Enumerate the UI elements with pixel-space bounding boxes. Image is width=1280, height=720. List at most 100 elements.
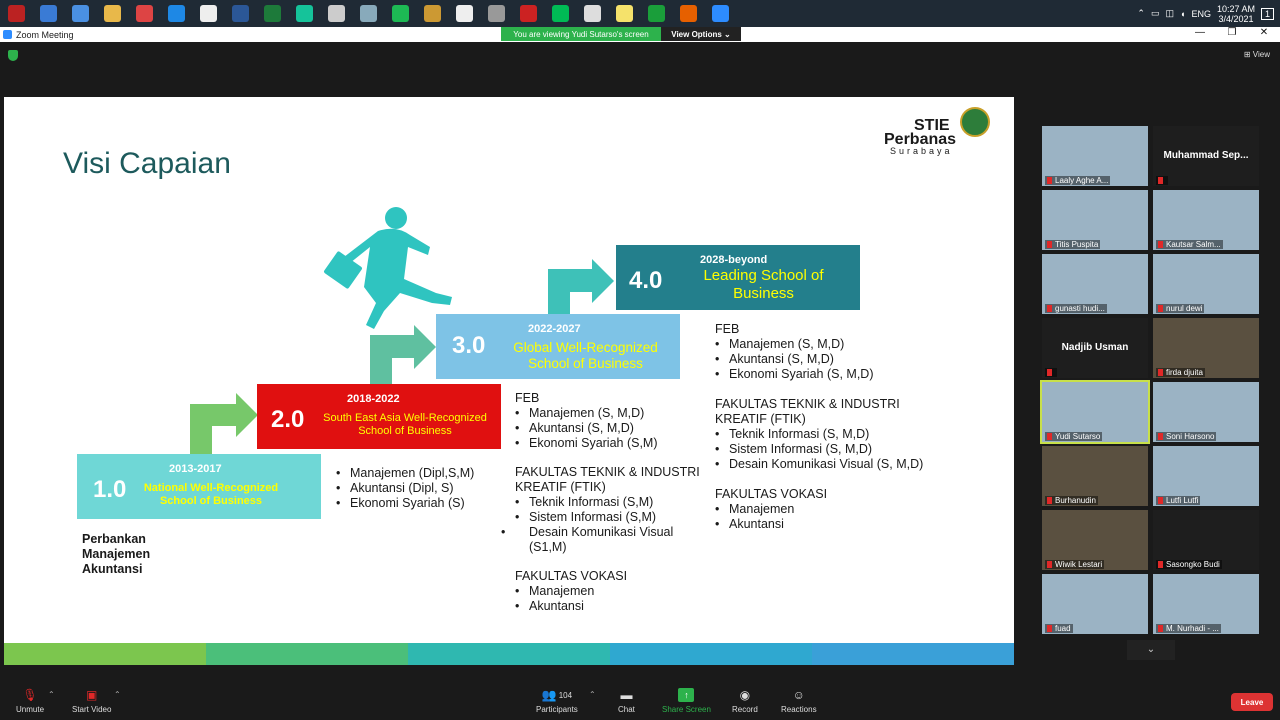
note-icon[interactable] bbox=[360, 5, 377, 22]
shared-slide: Visi Capaian STIE Perbanas Surabaya 2013… bbox=[4, 97, 1014, 665]
participant-name-text: Kautsar Salm... bbox=[1166, 240, 1221, 249]
nc-icon[interactable] bbox=[552, 5, 569, 22]
program-item: Akuntansi (S, M,D) bbox=[715, 352, 945, 367]
participant-name: Burhanudin bbox=[1045, 496, 1098, 505]
taskbar-icons bbox=[0, 5, 736, 22]
network-icon[interactable]: ◫ bbox=[1165, 8, 1174, 19]
participants-button[interactable]: 👥 104 Participants bbox=[536, 688, 578, 714]
participant-tile[interactable]: Muhammad Sep... bbox=[1153, 126, 1259, 186]
program-item: Teknik Informasi (S,M) bbox=[515, 495, 711, 510]
participant-name: Nadjib Usman bbox=[1061, 342, 1129, 353]
chevron-up-icon[interactable]: ⌃ bbox=[1137, 8, 1145, 19]
participant-tile[interactable]: Titis Puspita bbox=[1042, 190, 1148, 250]
stage-3-label: Global Well-Recognized School of Busines… bbox=[513, 340, 658, 372]
participant-tile[interactable]: Sasongko Budi bbox=[1153, 510, 1259, 570]
participant-tile[interactable]: nurul dewi bbox=[1153, 254, 1259, 314]
firefox-icon[interactable] bbox=[680, 5, 697, 22]
participants-options-chevron-icon[interactable]: ⌃ bbox=[589, 690, 596, 699]
participant-name-text: Lutfi Lutfi bbox=[1166, 496, 1199, 505]
share-screen-button[interactable]: ↑ Share Screen bbox=[662, 688, 711, 714]
participant-name: Yudi Sutarso bbox=[1045, 432, 1103, 441]
3-icon[interactable] bbox=[168, 5, 185, 22]
participant-tile[interactable]: Wiwik Lestari bbox=[1042, 510, 1148, 570]
folder-icon[interactable] bbox=[104, 5, 121, 22]
participant-tile[interactable]: Kautsar Salm... bbox=[1153, 190, 1259, 250]
stage-1-number: 1.0 bbox=[93, 476, 127, 503]
participant-name-text: Yudi Sutarso bbox=[1055, 432, 1101, 441]
stage-4-number: 4.0 bbox=[629, 267, 663, 294]
participant-tile[interactable]: M. Nurhadi - ... bbox=[1153, 574, 1259, 634]
participant-name-text: fuad bbox=[1055, 624, 1071, 633]
excel-icon[interactable] bbox=[264, 5, 281, 22]
muted-mic-icon bbox=[1158, 305, 1163, 313]
participant-name: Kautsar Salm... bbox=[1156, 240, 1223, 249]
word-icon[interactable] bbox=[232, 5, 249, 22]
participant-tile[interactable]: Nadjib Usman bbox=[1042, 318, 1148, 378]
participant-tile[interactable]: Soni Harsono bbox=[1153, 382, 1259, 442]
ie-icon[interactable] bbox=[72, 5, 89, 22]
security-shield-icon[interactable] bbox=[8, 50, 18, 61]
unmute-button[interactable]: 🎙 Unmute bbox=[16, 688, 44, 714]
anime-icon[interactable] bbox=[456, 5, 473, 22]
start-video-button[interactable]: ▣ Start Video bbox=[72, 688, 111, 714]
program-item: Desain Komunikasi Visual (S, M,D) bbox=[715, 457, 945, 472]
muted-mic-icon: 🎙 bbox=[22, 688, 38, 702]
cam-icon[interactable] bbox=[584, 5, 601, 22]
cloud-icon[interactable] bbox=[328, 5, 345, 22]
tool-icon[interactable] bbox=[488, 5, 505, 22]
participant-tile[interactable]: Burhanudin bbox=[1042, 446, 1148, 506]
participant-name-text: Wiwik Lestari bbox=[1055, 560, 1103, 569]
leave-button[interactable]: Leave bbox=[1231, 693, 1273, 711]
participant-tile[interactable]: firda djuita bbox=[1153, 318, 1259, 378]
view-options-button[interactable]: View Options ⌄ bbox=[661, 27, 741, 41]
mendeley-icon[interactable] bbox=[520, 5, 537, 22]
media-icon[interactable] bbox=[8, 5, 25, 22]
clock[interactable]: 10:27 AM 3/4/2021 bbox=[1217, 4, 1255, 24]
view-button[interactable]: ⊞ View bbox=[1244, 50, 1270, 59]
participant-name-text: Soni Harsono bbox=[1166, 432, 1215, 441]
muted-mic-icon bbox=[1047, 305, 1052, 313]
participant-tile[interactable]: Yudi Sutarso bbox=[1040, 380, 1150, 444]
program-item: Ekonomi Syariah (S,M) bbox=[515, 436, 711, 451]
gallery-next-chevron-down-icon[interactable]: ⌄ bbox=[1127, 640, 1175, 660]
chrome-icon[interactable] bbox=[200, 5, 217, 22]
stage-4-label: Leading School of Business bbox=[703, 267, 824, 302]
participant-tile[interactable]: fuad bbox=[1042, 574, 1148, 634]
participant-tile[interactable]: Lutfi Lutfi bbox=[1153, 446, 1259, 506]
running-man-icon bbox=[324, 207, 452, 329]
participant-name: Lutfi Lutfi bbox=[1156, 496, 1201, 505]
itunes-icon[interactable] bbox=[136, 5, 153, 22]
language-indicator[interactable]: ENG bbox=[1191, 9, 1211, 19]
participant-tile[interactable]: gunasti hudi... bbox=[1042, 254, 1148, 314]
y-icon[interactable] bbox=[424, 5, 441, 22]
unmute-label: Unmute bbox=[16, 705, 45, 714]
faculty-heading: FEB bbox=[715, 322, 740, 336]
video-options-chevron-icon[interactable]: ⌃ bbox=[114, 690, 121, 699]
maximize-icon[interactable]: ❐ bbox=[1216, 27, 1248, 38]
participant-tile[interactable]: Laaly Aghe A... bbox=[1042, 126, 1148, 186]
record-button[interactable]: ◉ Record bbox=[732, 688, 758, 714]
window-icon[interactable] bbox=[40, 5, 57, 22]
grammarly-icon[interactable] bbox=[296, 5, 313, 22]
close-icon[interactable]: ✕ bbox=[1248, 27, 1280, 38]
participant-name-text: nurul dewi bbox=[1166, 304, 1203, 313]
spotify-icon[interactable] bbox=[392, 5, 409, 22]
participant-name: firda djuita bbox=[1156, 368, 1205, 377]
stage-3-number: 3.0 bbox=[452, 332, 486, 359]
minimize-icon[interactable]: — bbox=[1184, 27, 1216, 38]
battery-icon[interactable]: ▭ bbox=[1151, 8, 1160, 19]
volume-icon[interactable]: ◖ bbox=[1180, 9, 1185, 19]
muted-mic-icon bbox=[1047, 561, 1052, 569]
zoom-icon[interactable] bbox=[712, 5, 729, 22]
program-item: Sistem Informasi (S,M) bbox=[515, 510, 711, 525]
stats-icon[interactable] bbox=[648, 5, 665, 22]
chat-button[interactable]: ▬ Chat bbox=[618, 688, 635, 714]
audio-options-chevron-icon[interactable]: ⌃ bbox=[48, 690, 55, 699]
notification-icon[interactable]: 1 bbox=[1260, 7, 1274, 20]
participant-name-text: Sasongko Budi bbox=[1166, 560, 1220, 569]
clock-date: 3/4/2021 bbox=[1218, 13, 1254, 24]
sticky-icon[interactable] bbox=[616, 5, 633, 22]
reactions-button[interactable]: ☺ Reactions bbox=[781, 688, 817, 714]
muted-mic-icon bbox=[1047, 497, 1052, 505]
participant-name-text: gunasti hudi... bbox=[1055, 304, 1105, 313]
